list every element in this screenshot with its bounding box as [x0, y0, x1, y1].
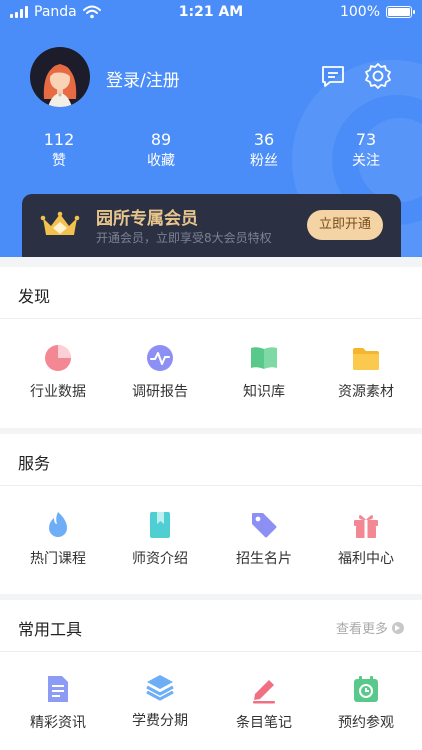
stat-label: 关注: [352, 153, 380, 169]
item-label: 调研报告: [132, 384, 188, 400]
stat-likes[interactable]: 112 赞: [19, 130, 99, 171]
item-label: 行业数据: [30, 384, 86, 400]
stat-value: 89: [150, 130, 172, 149]
services-item-admission-card[interactable]: 招生名片: [211, 510, 317, 568]
message-icon[interactable]: [320, 64, 346, 90]
battery-icon: [386, 6, 415, 18]
battery-percent: 100%: [339, 4, 380, 20]
item-label: 师资介绍: [132, 551, 188, 567]
item-label: 精彩资讯: [30, 715, 86, 731]
calendar-clock-icon: [354, 676, 378, 702]
stats-row: 112 赞 89 收藏 36 粉丝 73 关注: [0, 130, 422, 174]
open-vip-button[interactable]: 立即开通: [307, 210, 383, 240]
tools-item-installment[interactable]: 学费分期: [107, 672, 213, 730]
item-label: 知识库: [243, 384, 285, 400]
item-label: 福利中心: [338, 551, 394, 567]
profile-header: Panda 1:21 AM 100% 登录/注册 112 赞 89 收藏 36 …: [0, 0, 422, 257]
tools-item-visit-booking[interactable]: 预约参观: [313, 674, 419, 732]
login-register-link[interactable]: 登录/注册: [106, 66, 180, 91]
layers-icon: [146, 675, 174, 701]
discover-section: 发现 行业数据 调研报告 知识库 资源素材: [0, 267, 422, 428]
section-title: 常用工具: [18, 620, 83, 639]
item-label: 热门课程: [30, 551, 86, 567]
services-item-hot-courses[interactable]: 热门课程: [5, 510, 111, 568]
section-title: 服务: [18, 454, 51, 473]
pencil-icon: [253, 680, 275, 704]
view-more-label: 查看更多: [335, 622, 388, 637]
chevron-right-icon: [392, 621, 404, 634]
services-item-welfare[interactable]: 福利中心: [313, 510, 419, 568]
flame-icon: [49, 512, 67, 537]
avatar[interactable]: [30, 47, 90, 107]
discover-item-industry-data[interactable]: 行业数据: [5, 343, 111, 401]
item-label: 学费分期: [132, 713, 188, 729]
item-label: 资源素材: [338, 384, 394, 400]
stat-label: 粉丝: [250, 153, 278, 169]
crown-icon: [40, 211, 80, 235]
status-bar: Panda 1:21 AM 100%: [0, 0, 422, 26]
item-label: 预约参观: [338, 715, 394, 731]
gear-icon[interactable]: [364, 62, 392, 90]
item-label: 招生名片: [236, 551, 292, 567]
vip-title: 园所专属会员: [96, 209, 198, 229]
stat-value: 36: [253, 130, 275, 149]
stat-value: 112: [43, 130, 75, 149]
stat-favorites[interactable]: 89 收藏: [121, 130, 201, 171]
tools-section: 常用工具 查看更多 精彩资讯 学费分期 条目笔记 预约参观: [0, 600, 422, 750]
bookmark-icon: [150, 512, 170, 538]
stat-label: 赞: [52, 153, 66, 169]
folder-icon: [353, 348, 379, 370]
view-more-link[interactable]: 查看更多: [336, 618, 404, 637]
discover-item-resources[interactable]: 资源素材: [313, 343, 419, 401]
stat-label: 收藏: [147, 153, 175, 169]
discover-item-knowledge-base[interactable]: 知识库: [211, 343, 317, 401]
vip-description: 开通会员，立即享受8大会员特权: [96, 231, 272, 245]
pulse-icon: [147, 345, 173, 371]
book-icon: [251, 347, 277, 369]
stat-following[interactable]: 73 关注: [326, 130, 406, 171]
stat-value: 73: [355, 130, 377, 149]
services-section: 服务 热门课程 师资介绍 招生名片 福利中心: [0, 434, 422, 594]
item-label: 条目笔记: [236, 715, 292, 731]
services-item-teachers[interactable]: 师资介绍: [107, 510, 213, 568]
pie-chart-icon: [45, 345, 71, 371]
tools-item-news[interactable]: 精彩资讯: [5, 674, 111, 732]
stat-fans[interactable]: 36 粉丝: [224, 130, 304, 171]
document-icon: [48, 676, 68, 702]
gift-icon: [354, 515, 378, 538]
section-title: 发现: [18, 287, 51, 306]
vip-banner[interactable]: 园所专属会员 开通会员，立即享受8大会员特权 立即开通: [22, 194, 401, 257]
tools-item-notes[interactable]: 条目笔记: [211, 674, 317, 732]
discover-item-research-report[interactable]: 调研报告: [107, 343, 213, 401]
tag-icon: [252, 513, 277, 538]
